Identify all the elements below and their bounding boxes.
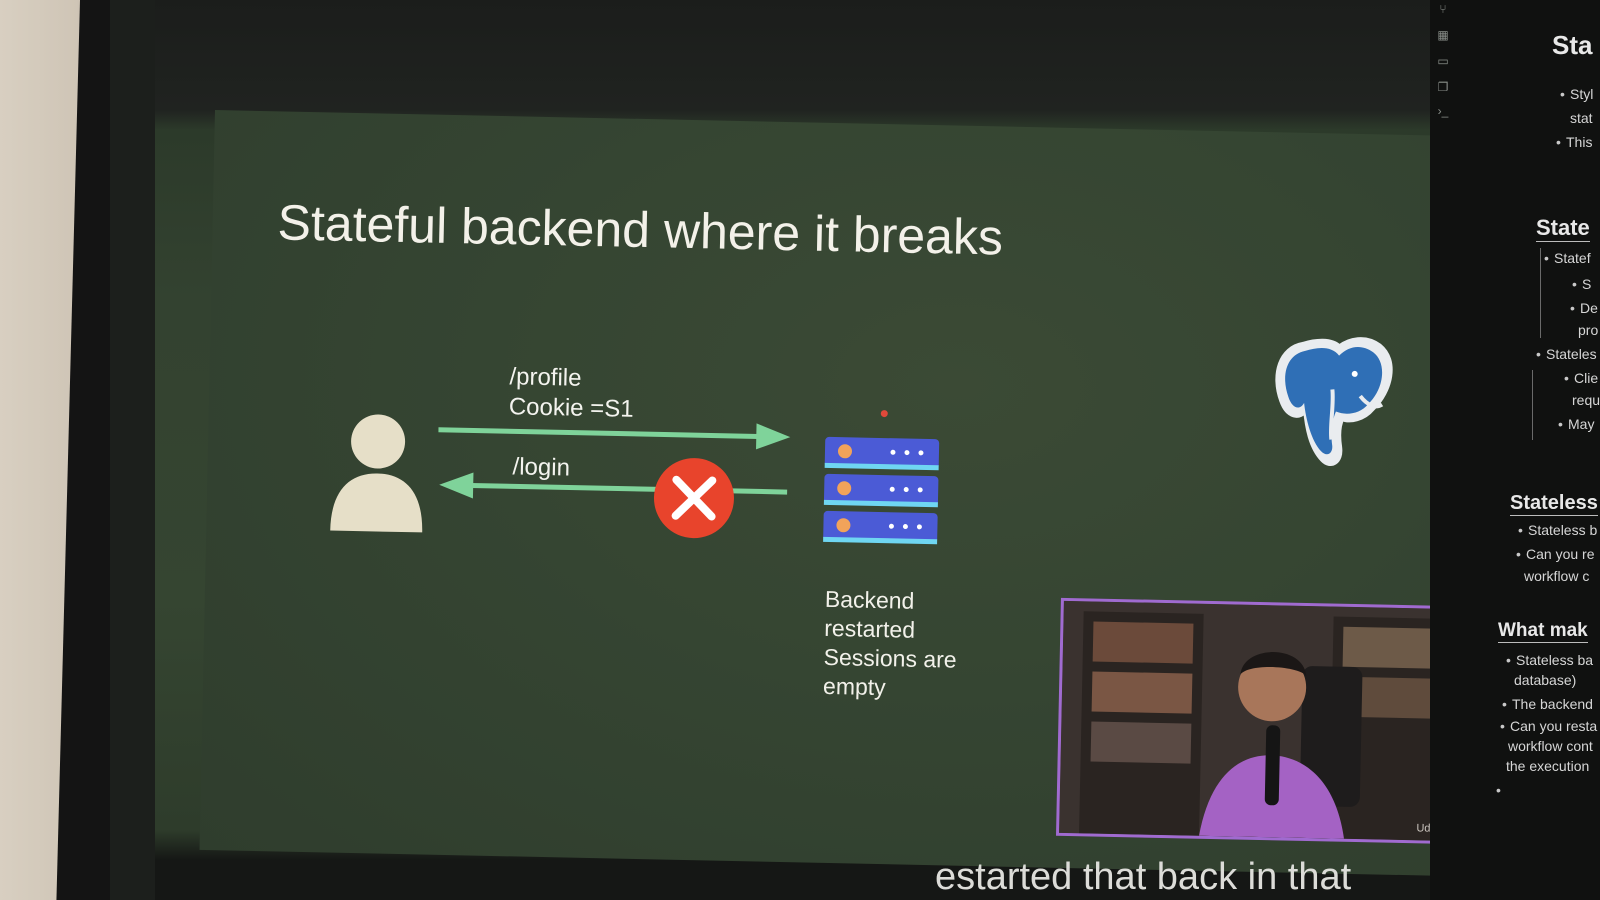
notes-item: stat: [1570, 110, 1593, 126]
bullet-dot: •: [1506, 652, 1511, 668]
notes-item: workflow cont: [1508, 738, 1593, 754]
notes-heading: What mak: [1498, 620, 1588, 643]
bullet-dot: •: [1560, 86, 1565, 102]
copy-icon[interactable]: ❐: [1436, 80, 1450, 94]
request-cookie-label: Cookie =S1: [508, 393, 634, 423]
notes-item: De: [1580, 300, 1598, 316]
notes-heading: Sta: [1552, 30, 1593, 60]
notes-item: Can you re: [1526, 546, 1595, 562]
bullet-dot: •: [1502, 696, 1507, 712]
request-label: /profile Cookie =S1: [509, 362, 635, 425]
notes-item: Stateles: [1546, 346, 1597, 362]
notes-item: pro: [1578, 322, 1599, 338]
bullet-dot: •: [1518, 522, 1523, 538]
notes-item: Statef: [1554, 250, 1591, 266]
request-path-label: /profile: [509, 363, 582, 392]
notes-item: requ: [1572, 392, 1600, 408]
postgresql-elephant-icon: [1275, 337, 1393, 466]
bullet-dot: •: [1500, 718, 1505, 734]
server-note-line: empty: [822, 672, 886, 701]
monitor-screen: Stateful backend where it breaks /profil…: [110, 0, 1517, 900]
notes-item: May: [1568, 416, 1595, 432]
notes-heading: State: [1536, 215, 1590, 242]
error-x-icon: [653, 458, 734, 539]
notes-item: Can you resta: [1510, 718, 1598, 734]
bullet-dot: •: [1536, 346, 1541, 362]
notes-content: Sta • Styl stat • This State • Statef • …: [1470, 0, 1600, 900]
notes-item: This: [1566, 134, 1593, 150]
server-note-line: Sessions are: [823, 643, 957, 673]
notes-item: Clie: [1574, 370, 1599, 386]
notes-item: database): [1514, 672, 1577, 688]
panel-toolbar: ⑂ ▦ ▭ ❐ ›_: [1432, 0, 1458, 140]
branch-icon[interactable]: ⑂: [1436, 2, 1450, 16]
server-note-line: Backend: [824, 585, 915, 614]
webcam-scene: [1059, 600, 1464, 842]
indent-guide: [1532, 370, 1533, 440]
notes-item: Styl: [1570, 86, 1594, 102]
server-stack-icon: [823, 436, 940, 545]
response-label: /login: [512, 453, 571, 482]
bullet-dot: •: [1516, 546, 1521, 562]
red-dot-marker: [880, 410, 888, 418]
bullet-dot: •: [1558, 416, 1563, 432]
user-icon: [330, 414, 423, 533]
slide-title: Stateful backend where it breaks: [277, 194, 1004, 266]
notes-item: Stateless b: [1528, 522, 1598, 538]
notes-item: The backend: [1512, 696, 1593, 712]
notes-item: workflow c: [1524, 568, 1590, 584]
notes-heading: Stateless: [1510, 492, 1598, 516]
notes-item: S: [1582, 276, 1592, 292]
notes-item: Stateless ba: [1516, 652, 1594, 668]
terminal-icon[interactable]: ›_: [1436, 104, 1450, 118]
bullet-dot: •: [1496, 782, 1501, 798]
subtitle-caption: estarted that back in that: [935, 856, 1352, 898]
server-note-line: restarted: [824, 614, 916, 643]
bullet-dot: •: [1564, 370, 1569, 386]
server-note: Backend restarted Sessions are empty: [823, 585, 1025, 705]
notes-item: the execution: [1506, 758, 1590, 774]
presentation-slide: Stateful backend where it breaks /profil…: [199, 110, 1467, 877]
bullet-dot: •: [1556, 134, 1561, 150]
bullet-dot: •: [1544, 250, 1549, 266]
webcam-overlay: Udemy: [1055, 597, 1467, 845]
calendar-icon[interactable]: ▭: [1436, 54, 1450, 68]
video-player[interactable]: Stateful backend where it breaks /profil…: [155, 0, 1467, 900]
notes-panel: ⑂ ▦ ▭ ❐ ›_ Sta • Styl stat • This State …: [1430, 0, 1600, 900]
bullet-dot: •: [1570, 300, 1575, 316]
indent-guide: [1540, 248, 1541, 338]
response-arrow: [439, 472, 788, 499]
grid-icon[interactable]: ▦: [1436, 28, 1450, 42]
bullet-dot: •: [1572, 276, 1577, 292]
